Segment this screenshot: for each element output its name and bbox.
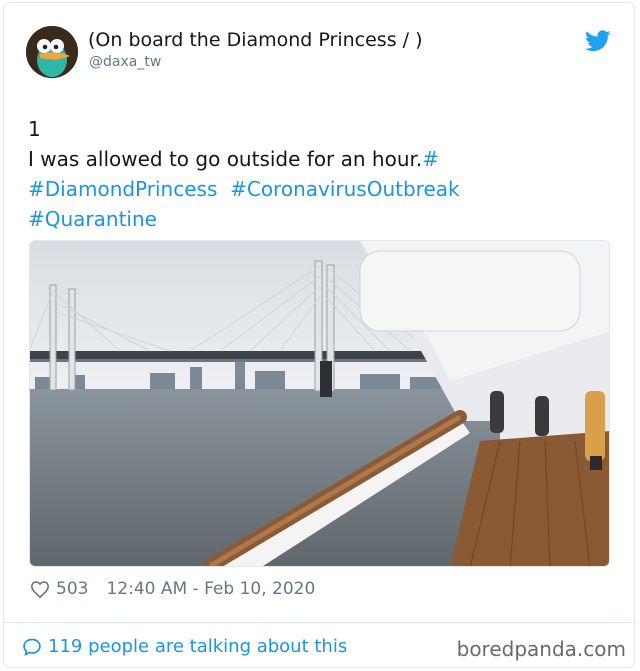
timestamp[interactable]: 12:40 AM - Feb 10, 2020 [106,579,315,599]
photo-icon [30,241,609,566]
speech-bubble-icon [23,638,41,656]
heart-icon[interactable] [30,580,50,598]
author-handle[interactable]: @daxa_tw [89,54,161,70]
hashtag-diamondprincess[interactable]: #DiamondPrincess [28,177,217,201]
tweet-text: 1 I was allowed to go outside for an hou… [28,114,588,234]
hashtag-coronavirusoutbreak[interactable]: #CoronavirusOutbreak [230,177,460,201]
hashtag-quarantine[interactable]: #Quarantine [28,207,157,231]
tweet-meta: 503 12:40 AM - Feb 10, 2020 [30,579,315,599]
author-name[interactable]: (On board the Diamond Princess / ) [88,29,423,51]
watermark-brand: boredpanda.com [456,637,626,661]
tweet-line-2: I was allowed to go outside for an hour.… [28,144,588,174]
avatar[interactable] [26,26,78,78]
hashtag-stub[interactable]: # [422,147,439,171]
twitter-bird-icon[interactable] [585,30,611,52]
like-count[interactable]: 503 [56,579,88,599]
conversation-link[interactable]: 119 people are talking about this [22,636,347,657]
tweet-line-4: #Quarantine [28,204,588,234]
divider [3,622,635,623]
tweet-photo[interactable] [29,240,610,567]
tweet-body: I was allowed to go outside for an hour. [28,147,423,171]
tweet-line-1: 1 [28,117,41,141]
talking-count[interactable]: 119 people are talking about this [48,636,347,657]
tweet-line-3: #DiamondPrincess #CoronavirusOutbreak [28,174,588,204]
avatar-icon [26,26,78,78]
